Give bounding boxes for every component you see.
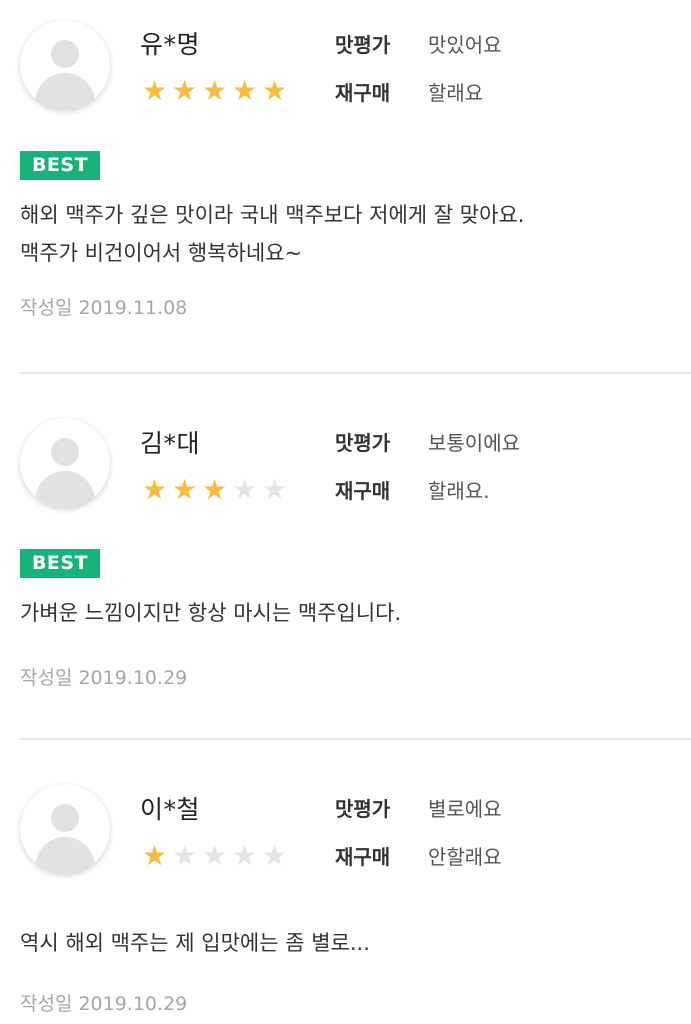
star-filled-icon: ★ (141, 839, 168, 872)
review-content: 역시 해외 맥주는 제 입맛에는 좀 별로... (20, 931, 370, 955)
star-empty-icon: ★ (171, 839, 198, 872)
star-filled-icon: ★ (141, 473, 168, 506)
review-date: 작성일 2019.10.29 (20, 666, 187, 690)
star-rating: ★ ★ ★ ★ ★ (140, 475, 289, 505)
avatar-body-icon (35, 837, 95, 874)
review-item: 이*철 ★ ★ ★ ★ ★ 맛평가 별로에요 재구매 안할래요 역시 해외 맥주는 제 … (0, 738, 691, 1024)
star-filled-icon: ★ (201, 74, 228, 107)
review-item: 유*명 ★ ★ ★ ★ ★ 맛평가 맛있어요 재구매 할래요 BEST 해외 맥주가 깊… (0, 0, 691, 372)
avatar-head-icon (51, 438, 79, 466)
taste-label: 맛평가 (335, 33, 391, 57)
avatar (20, 418, 110, 508)
date-label: 작성일 (20, 297, 73, 319)
repurchase-label: 재구매 (335, 479, 391, 503)
star-filled-icon: ★ (231, 74, 258, 107)
date-value: 2019.10.29 (78, 667, 188, 689)
repurchase-label: 재구매 (335, 81, 391, 105)
review-list: 유*명 ★ ★ ★ ★ ★ 맛평가 맛있어요 재구매 할래요 BEST 해외 맥주가 깊… (0, 0, 691, 1024)
date-label: 작성일 (20, 993, 73, 1015)
taste-label: 맛평가 (335, 797, 391, 821)
best-badge: BEST (20, 151, 100, 180)
star-filled-icon: ★ (201, 473, 228, 506)
star-filled-icon: ★ (171, 473, 198, 506)
repurchase-value: 할래요. (428, 479, 490, 503)
taste-value: 별로에요 (428, 797, 502, 821)
taste-value: 맛있어요 (428, 33, 502, 57)
review-content: 해외 맥주가 깊은 맛이라 국내 맥주보다 저에게 잘 맞아요. 맥주가 비건이… (20, 203, 525, 265)
avatar-head-icon (51, 40, 79, 68)
date-label: 작성일 (20, 667, 73, 689)
repurchase-label: 재구매 (335, 845, 391, 869)
reviewer-name: 이*철 (140, 795, 201, 824)
star-rating: ★ ★ ★ ★ ★ (140, 76, 289, 106)
review-date: 작성일 2019.10.29 (20, 992, 187, 1016)
review-divider (20, 372, 691, 374)
star-empty-icon: ★ (231, 839, 258, 872)
repurchase-value: 안할래요 (428, 845, 502, 869)
reviewer-name: 유*명 (140, 30, 201, 59)
taste-value: 보통이에요 (428, 431, 520, 455)
date-value: 2019.11.08 (78, 297, 188, 319)
repurchase-value: 할래요 (428, 81, 484, 105)
avatar (20, 784, 110, 874)
avatar-body-icon (35, 73, 95, 110)
review-date: 작성일 2019.11.08 (20, 296, 187, 320)
star-empty-icon: ★ (201, 839, 228, 872)
star-filled-icon: ★ (141, 74, 168, 107)
star-filled-icon: ★ (261, 74, 288, 107)
reviewer-name: 김*대 (140, 429, 201, 458)
star-empty-icon: ★ (231, 473, 258, 506)
avatar (20, 20, 110, 110)
best-badge: BEST (20, 549, 100, 578)
avatar-head-icon (51, 804, 79, 832)
star-empty-icon: ★ (261, 839, 288, 872)
review-divider (20, 738, 691, 740)
avatar-body-icon (35, 471, 95, 508)
star-rating: ★ ★ ★ ★ ★ (140, 841, 289, 871)
review-content: 가벼운 느낌이지만 항상 마시는 맥주입니다. (20, 601, 402, 625)
star-empty-icon: ★ (261, 473, 288, 506)
taste-label: 맛평가 (335, 431, 391, 455)
review-item: 김*대 ★ ★ ★ ★ ★ 맛평가 보통이에요 재구매 할래요. BEST 가벼운 느낌… (0, 372, 691, 738)
star-filled-icon: ★ (171, 74, 198, 107)
date-value: 2019.10.29 (78, 993, 188, 1015)
